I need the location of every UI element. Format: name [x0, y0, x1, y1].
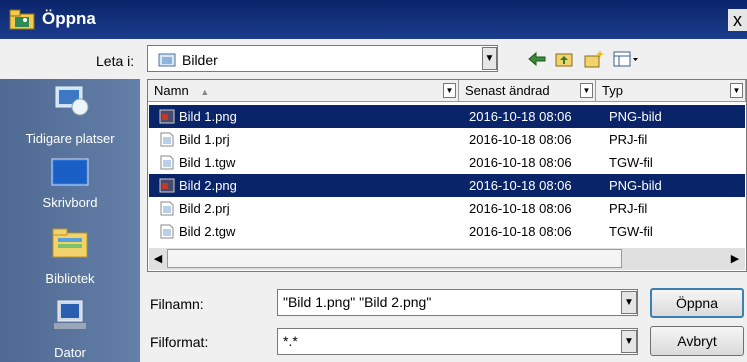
file-row[interactable]: Bild 1.png 2016-10-18 08:06 PNG-bild [149, 105, 745, 128]
scrollbar-thumb[interactable] [167, 249, 622, 268]
libraries-icon [52, 228, 88, 258]
place-label: Skrivbord [42, 195, 98, 210]
place-desktop[interactable]: Skrivbord [0, 149, 140, 217]
open-button[interactable]: Öppna [650, 288, 744, 318]
up-folder-icon[interactable] [554, 49, 574, 69]
png-image-icon [159, 109, 175, 124]
cancel-button[interactable]: Avbryt [650, 326, 744, 356]
file-modified: 2016-10-18 08:06 [469, 109, 572, 124]
file-name: Bild 2.png [179, 178, 237, 193]
column-name-label: Namn [154, 83, 189, 98]
look-in-label: Leta i: [96, 53, 135, 69]
file-type: TGW-fil [609, 155, 653, 170]
back-arrow-icon[interactable] [527, 49, 547, 69]
column-modified-label: Senast ändrad [465, 83, 550, 98]
sort-ascending-icon: ▲ [200, 87, 210, 97]
column-header-modified[interactable]: Senast ändrad ▼ [459, 80, 596, 102]
place-label: Tidigare platser [25, 131, 115, 146]
file-type: PNG-bild [609, 178, 662, 193]
app-icon [9, 9, 35, 30]
file-list[interactable]: Namn ▲ ▼ Senast ändrad ▼ Typ ▼ Bild 1.pn… [147, 79, 747, 272]
desktop-icon [51, 158, 89, 186]
horizontal-scrollbar[interactable]: ◀ ▶ [149, 248, 745, 270]
file-name: Bild 1.png [179, 109, 237, 124]
filename-input[interactable]: "Bild 1.png" "Bild 2.png" [277, 289, 638, 316]
view-menu-icon[interactable] [613, 49, 639, 69]
file-modified: 2016-10-18 08:06 [469, 155, 572, 170]
file-row[interactable]: Bild 2.png 2016-10-18 08:06 PNG-bild [149, 174, 745, 197]
look-in-combobox[interactable]: Bilder [147, 45, 498, 72]
column-type-label: Typ [602, 83, 623, 98]
window-title: Öppna [42, 9, 96, 28]
file-modified: 2016-10-18 08:06 [469, 224, 572, 239]
file-type: PRJ-fil [609, 132, 648, 147]
open-dialog: Öppna x Leta i: Bilder ▼ Tidigare platse… [0, 0, 747, 362]
library-folder-icon [158, 53, 176, 67]
file-type: TGW-fil [609, 224, 653, 239]
column-filter-dropdown[interactable]: ▼ [580, 83, 593, 98]
new-folder-icon[interactable] [583, 49, 605, 69]
file-row[interactable]: Bild 2.tgw 2016-10-18 08:06 TGW-fil [149, 220, 745, 243]
column-filter-dropdown[interactable]: ▼ [730, 83, 743, 98]
file-name: Bild 2.prj [179, 201, 230, 216]
file-modified: 2016-10-18 08:06 [469, 132, 572, 147]
filetype-combobox[interactable]: *.* [277, 328, 638, 355]
column-header-name[interactable]: Namn ▲ ▼ [148, 80, 459, 102]
file-modified: 2016-10-18 08:06 [469, 178, 572, 193]
filetype-label: Filformat: [150, 334, 209, 350]
file-type: PNG-bild [609, 109, 662, 124]
file-modified: 2016-10-18 08:06 [469, 201, 572, 216]
place-computer[interactable]: Dator [0, 287, 140, 362]
generic-file-icon [160, 224, 174, 239]
column-filter-dropdown[interactable]: ▼ [443, 83, 456, 98]
recent-places-icon [55, 86, 89, 116]
file-name: Bild 1.prj [179, 132, 230, 147]
title-bar: Öppna x [0, 0, 747, 39]
filetype-dropdown-button[interactable]: ▼ [621, 330, 637, 353]
png-image-icon [159, 178, 175, 193]
places-bar: Tidigare platser Skrivbord Bibliotek Dat… [0, 79, 140, 362]
file-row[interactable]: Bild 2.prj 2016-10-18 08:06 PRJ-fil [149, 197, 745, 220]
column-header-type[interactable]: Typ ▼ [596, 80, 746, 102]
place-recent[interactable]: Tidigare platser [0, 79, 140, 149]
generic-file-icon [160, 155, 174, 170]
file-name: Bild 1.tgw [179, 155, 236, 170]
file-row[interactable]: Bild 1.prj 2016-10-18 08:06 PRJ-fil [149, 128, 745, 151]
place-label: Bibliotek [45, 271, 95, 286]
look-in-dropdown-button[interactable]: ▼ [482, 47, 497, 70]
look-in-value: Bilder [182, 52, 218, 68]
place-libraries[interactable]: Bibliotek [0, 217, 140, 287]
scroll-right-button[interactable]: ▶ [727, 250, 743, 268]
generic-file-icon [160, 201, 174, 216]
scroll-left-button[interactable]: ◀ [150, 250, 166, 268]
filename-dropdown-button[interactable]: ▼ [621, 291, 637, 314]
file-type: PRJ-fil [609, 201, 648, 216]
computer-icon [54, 300, 86, 329]
close-button[interactable]: x [728, 9, 747, 31]
filename-label: Filnamn: [150, 296, 204, 312]
file-name: Bild 2.tgw [179, 224, 236, 239]
place-label: Dator [54, 345, 86, 360]
file-row[interactable]: Bild 1.tgw 2016-10-18 08:06 TGW-fil [149, 151, 745, 174]
generic-file-icon [160, 132, 174, 147]
